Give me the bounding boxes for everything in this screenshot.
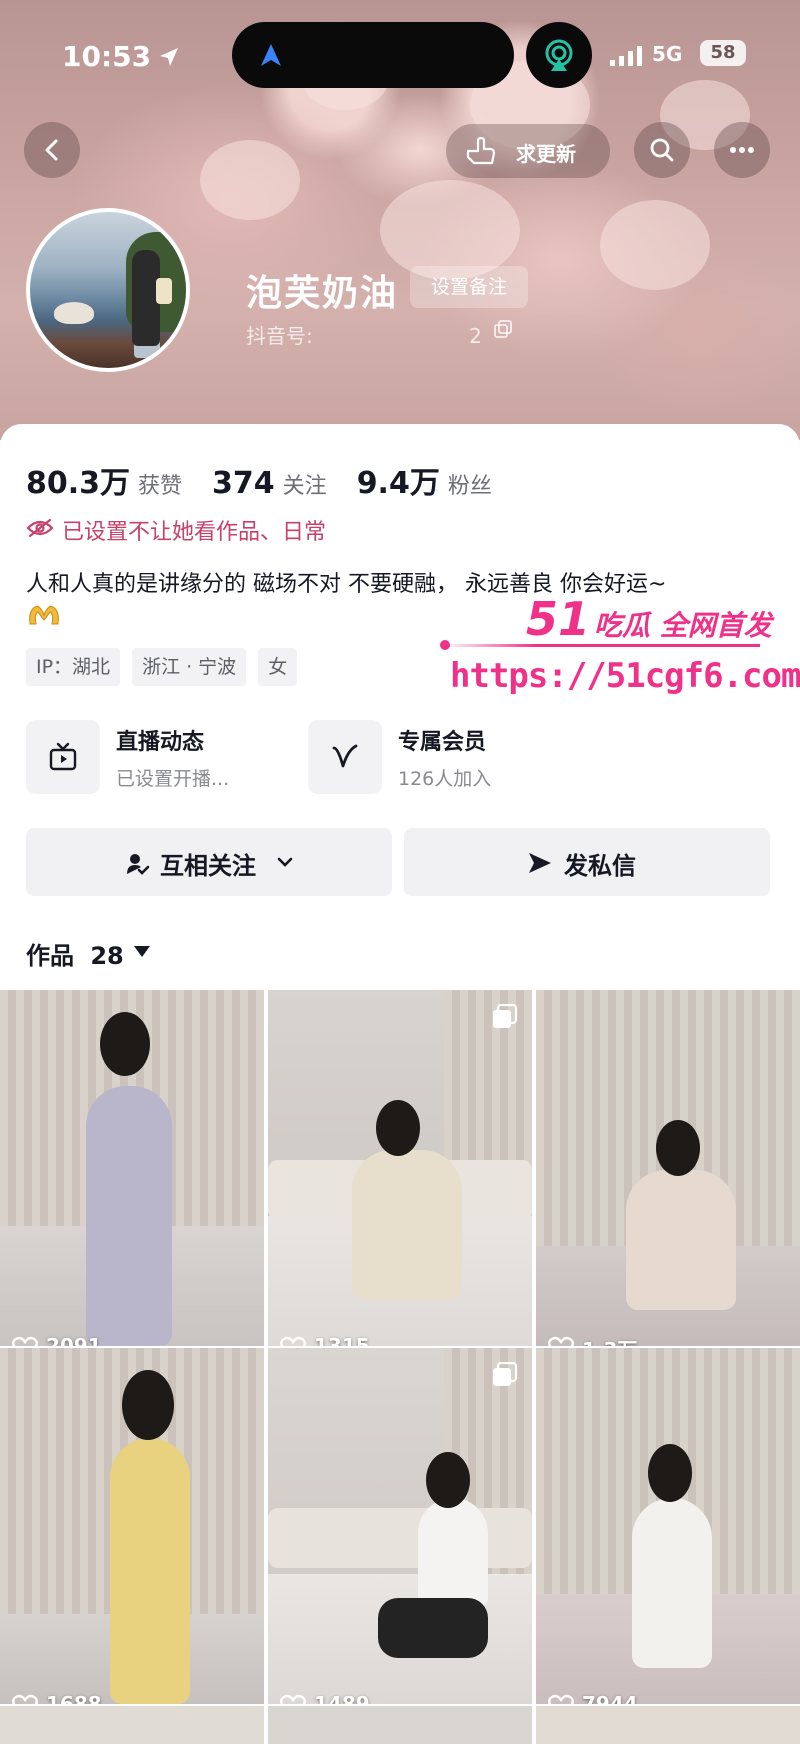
following-count[interactable]: 374 (212, 466, 275, 501)
eye-slash-icon (26, 518, 54, 538)
video-thumbnail[interactable]: 1688 (0, 1348, 264, 1704)
video-thumbnail[interactable] (268, 1706, 532, 1744)
multi-image-icon (493, 1004, 518, 1028)
heart-hands-emoji-icon (29, 605, 59, 625)
works-tab-label: 作品 (26, 942, 74, 970)
status-bar: 10:53 5G 58 (0, 22, 800, 88)
watermark-brand-num: 51 (526, 592, 591, 646)
heart-icon (548, 1336, 574, 1346)
live-updates-title: 直播动态 (116, 730, 205, 755)
user-check-icon (127, 854, 150, 875)
watermark-brand: 51 吃瓜 全网首发 (526, 592, 772, 646)
mutual-follow-label: 互相关注 (160, 852, 256, 880)
chevron-left-icon (45, 139, 58, 161)
mutual-follow-button[interactable]: 互相关注 (26, 828, 392, 896)
followers-label[interactable]: 粉丝 (448, 468, 492, 500)
privacy-notice-text: 已设置不让她看作品、日常 (62, 520, 327, 545)
heart-icon (280, 1694, 306, 1704)
more-options-button[interactable] (714, 122, 770, 178)
navigation-icon (261, 44, 281, 66)
paper-plane-icon (529, 853, 551, 873)
douyin-id-label: 抖音号: (246, 324, 313, 348)
profile-stats: 80.3万 获赞 374 关注 9.4万 粉丝 (26, 458, 522, 501)
video-likes-count: 7944 (582, 1692, 638, 1704)
membership-entry[interactable]: 专属会员 126人加入 (308, 720, 568, 794)
v-badge-icon (332, 744, 358, 768)
multi-image-icon (493, 1362, 518, 1386)
watermark-url: https://51cgf6.com (450, 656, 800, 696)
membership-subtitle: 126人加入 (398, 768, 492, 790)
works-tab[interactable]: 作品 28 (26, 936, 124, 971)
profile-tags: IP：湖北 浙江 · 宁波 女 (26, 648, 309, 686)
tv-icon-box (26, 720, 100, 794)
heart-icon (12, 1336, 38, 1346)
send-message-label: 发私信 (564, 852, 636, 880)
search-button[interactable] (634, 122, 690, 178)
gender-tag: 女 (258, 648, 298, 686)
set-remark-button[interactable]: 设置备注 (410, 266, 528, 308)
heart-icon (280, 1336, 306, 1346)
video-thumbnail[interactable]: 7944 (536, 1348, 800, 1704)
video-likes-count: 1688 (46, 1692, 102, 1704)
request-update-label: 求更新 (516, 142, 576, 166)
status-time: 10:53 (62, 40, 152, 73)
video-thumbnail[interactable]: 1.3万 (536, 990, 800, 1346)
video-thumbnail[interactable]: 2091 (0, 990, 264, 1346)
live-updates-subtitle: 已设置开播... (116, 768, 230, 790)
following-label[interactable]: 关注 (283, 468, 327, 500)
dynamic-island (232, 22, 514, 88)
network-type: 5G (652, 42, 683, 66)
search-icon (650, 138, 674, 162)
likes-count: 80.3万 (26, 466, 131, 501)
send-message-button[interactable]: 发私信 (404, 828, 770, 896)
video-thumbnail[interactable] (0, 1706, 264, 1744)
heart-icon (12, 1694, 38, 1704)
more-dots-icon (730, 147, 754, 153)
followers-count[interactable]: 9.4万 (357, 458, 440, 502)
airplay-cast-icon (526, 22, 592, 88)
caret-down-icon[interactable] (134, 946, 150, 957)
video-likes-count: 1315 (314, 1334, 370, 1346)
nickname: 泡芙奶油 (246, 273, 399, 314)
membership-title: 专属会员 (398, 730, 487, 755)
back-button[interactable] (24, 122, 80, 178)
heart-icon (548, 1694, 574, 1704)
avatar[interactable] (26, 208, 190, 372)
video-thumbnail[interactable] (536, 1706, 800, 1744)
vip-icon-box (308, 720, 382, 794)
cellular-signal-icon (610, 46, 642, 66)
watermark-brand-text: 吃瓜 全网首发 (594, 609, 772, 642)
ip-location-tag: IP：湖北 (26, 648, 121, 686)
location-arrow-icon (160, 48, 178, 66)
pointing-hand-icon (466, 137, 496, 165)
watermark-divider (440, 644, 760, 647)
live-updates-entry[interactable]: 直播动态 已设置开播... (26, 720, 286, 794)
video-likes-count: 2091 (46, 1334, 102, 1346)
chevron-down-icon (277, 857, 293, 867)
douyin-id-value: 2 (469, 324, 482, 348)
video-likes-count: 1.3万 (582, 1334, 637, 1346)
video-likes-count: 1489 (314, 1692, 370, 1704)
copy-icon[interactable] (494, 320, 512, 338)
battery-indicator: 58 (700, 40, 746, 66)
works-count: 28 (90, 942, 124, 970)
likes-label: 获赞 (138, 474, 183, 499)
request-update-button[interactable]: 求更新 (446, 124, 610, 178)
douyin-id: 抖音号: 2 (246, 320, 482, 349)
video-thumbnail[interactable]: 1315 (268, 990, 532, 1346)
city-tag[interactable]: 浙江 · 宁波 (132, 648, 247, 686)
tv-icon (49, 742, 77, 771)
video-thumbnail[interactable]: 1489 (268, 1348, 532, 1704)
